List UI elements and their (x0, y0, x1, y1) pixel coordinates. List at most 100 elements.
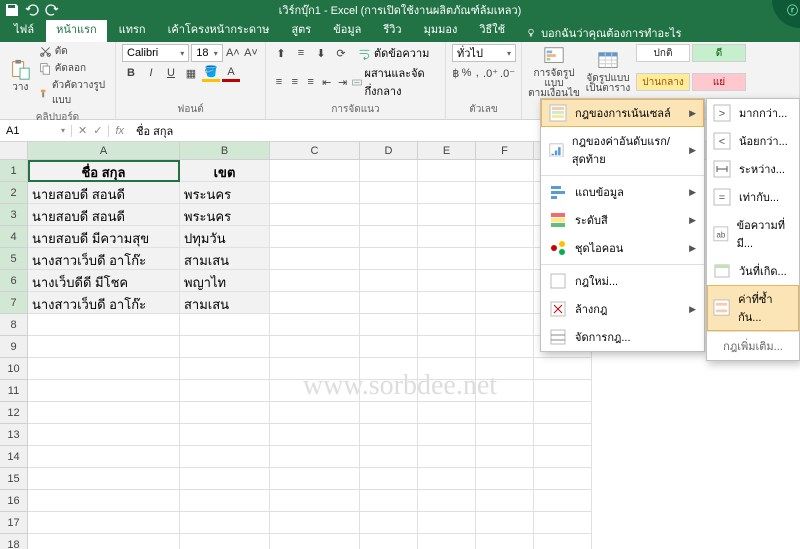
undo-icon[interactable] (24, 2, 40, 18)
cell[interactable] (180, 468, 270, 490)
cell[interactable] (476, 160, 534, 182)
cell[interactable]: พระนคร (180, 182, 270, 204)
cell[interactable] (28, 424, 180, 446)
select-all-corner[interactable] (0, 142, 28, 159)
enter-icon[interactable]: ✓ (93, 124, 102, 137)
cell[interactable] (534, 358, 592, 380)
cell[interactable] (360, 226, 418, 248)
cell[interactable] (360, 292, 418, 314)
submenu-equal-to[interactable]: =เท่ากับ... (707, 183, 799, 211)
cell[interactable] (360, 534, 418, 549)
cell[interactable] (28, 446, 180, 468)
cell[interactable] (418, 226, 476, 248)
column-header-F[interactable]: F (476, 142, 534, 159)
submenu-duplicate-values[interactable]: ค่าที่ซ้ำกัน... (707, 285, 799, 331)
cell[interactable]: นายสอบดี สอนดี (28, 182, 180, 204)
cell[interactable] (418, 446, 476, 468)
row-header[interactable]: 2 (0, 182, 28, 204)
cell[interactable] (476, 512, 534, 534)
column-header-B[interactable]: B (180, 142, 270, 159)
comma-icon[interactable]: , (473, 64, 481, 82)
submenu-between[interactable]: ระหว่าง... (707, 155, 799, 183)
cell[interactable] (476, 248, 534, 270)
cell[interactable] (270, 270, 360, 292)
percent-icon[interactable]: % (462, 64, 472, 82)
cell[interactable] (418, 270, 476, 292)
fx-icon[interactable]: fx (108, 125, 124, 137)
cell[interactable] (270, 336, 360, 358)
style-normal[interactable]: ปกติ (636, 44, 690, 62)
menu-icon-sets[interactable]: ชุดไอคอน▶ (541, 234, 704, 262)
menu-highlight-rules[interactable]: กฎของการเน้นเซลล์▶ (541, 99, 704, 127)
cell[interactable]: ปทุมวัน (180, 226, 270, 248)
cell[interactable] (360, 182, 418, 204)
cell[interactable] (270, 226, 360, 248)
cell[interactable] (534, 490, 592, 512)
cell[interactable] (180, 314, 270, 336)
cell[interactable] (180, 512, 270, 534)
wrap-text-button[interactable]: ตัดข้อความ (358, 44, 429, 62)
italic-icon[interactable]: I (142, 64, 160, 82)
number-format-combo[interactable]: ทั่วไป▾ (452, 44, 516, 62)
indent-decrease-icon[interactable]: ⇤ (320, 73, 334, 91)
cell[interactable] (270, 446, 360, 468)
row-header[interactable]: 8 (0, 314, 28, 336)
menu-new-rule[interactable]: กฎใหม่... (541, 267, 704, 295)
align-middle-icon[interactable]: ≡ (292, 44, 310, 62)
cell[interactable] (270, 204, 360, 226)
cell[interactable]: นายสอบดี สอนดี (28, 204, 180, 226)
cell[interactable] (476, 314, 534, 336)
row-header[interactable]: 18 (0, 534, 28, 549)
cell[interactable] (418, 380, 476, 402)
cell[interactable] (180, 534, 270, 549)
cell[interactable] (360, 314, 418, 336)
cell[interactable] (28, 468, 180, 490)
submenu-greater-than[interactable]: >มากกว่า... (707, 99, 799, 127)
cell[interactable] (180, 380, 270, 402)
font-color-icon[interactable]: A (222, 64, 240, 82)
cell[interactable] (360, 380, 418, 402)
cell[interactable] (28, 402, 180, 424)
cell[interactable] (360, 490, 418, 512)
merge-center-button[interactable]: ผสานและจัดกึ่งกลาง (352, 64, 439, 100)
row-header[interactable]: 7 (0, 292, 28, 314)
cell[interactable]: เขต (180, 160, 270, 182)
cell[interactable] (28, 380, 180, 402)
row-header[interactable]: 16 (0, 490, 28, 512)
cell[interactable] (360, 270, 418, 292)
cell[interactable] (180, 490, 270, 512)
menu-color-scales[interactable]: ระดับสี▶ (541, 206, 704, 234)
cell[interactable] (180, 358, 270, 380)
cell[interactable] (418, 490, 476, 512)
redo-icon[interactable] (44, 2, 60, 18)
cell[interactable] (534, 534, 592, 549)
cell[interactable]: สามเสน (180, 292, 270, 314)
conditional-format-button[interactable]: การจัดรูปแบบ ตามเงื่อนไข (528, 44, 580, 100)
save-icon[interactable] (4, 2, 20, 18)
cell[interactable] (28, 512, 180, 534)
cell[interactable] (418, 204, 476, 226)
row-header[interactable]: 11 (0, 380, 28, 402)
cell[interactable] (270, 248, 360, 270)
cell[interactable]: ชื่อ สกุล (28, 160, 180, 182)
cell[interactable] (180, 446, 270, 468)
cell[interactable] (270, 512, 360, 534)
decrease-decimal-icon[interactable]: .0⁻ (500, 64, 515, 82)
cell[interactable] (28, 358, 180, 380)
cancel-icon[interactable]: ✕ (78, 124, 87, 137)
cell[interactable] (418, 512, 476, 534)
cell[interactable] (180, 402, 270, 424)
cell[interactable] (180, 336, 270, 358)
cell[interactable] (360, 512, 418, 534)
cell[interactable] (418, 402, 476, 424)
cell[interactable] (360, 468, 418, 490)
cell[interactable]: สามเสน (180, 248, 270, 270)
column-header-C[interactable]: C (270, 142, 360, 159)
increase-decimal-icon[interactable]: .0⁺ (483, 64, 498, 82)
cell[interactable]: พญาไท (180, 270, 270, 292)
grow-font-icon[interactable]: A˄ (225, 44, 241, 62)
shrink-font-icon[interactable]: A˅ (243, 44, 259, 62)
menu-top-bottom-rules[interactable]: กฎของค่าอันดับแรก/สุดท้าย▶ (541, 127, 704, 173)
cell[interactable] (360, 424, 418, 446)
cell[interactable] (28, 336, 180, 358)
